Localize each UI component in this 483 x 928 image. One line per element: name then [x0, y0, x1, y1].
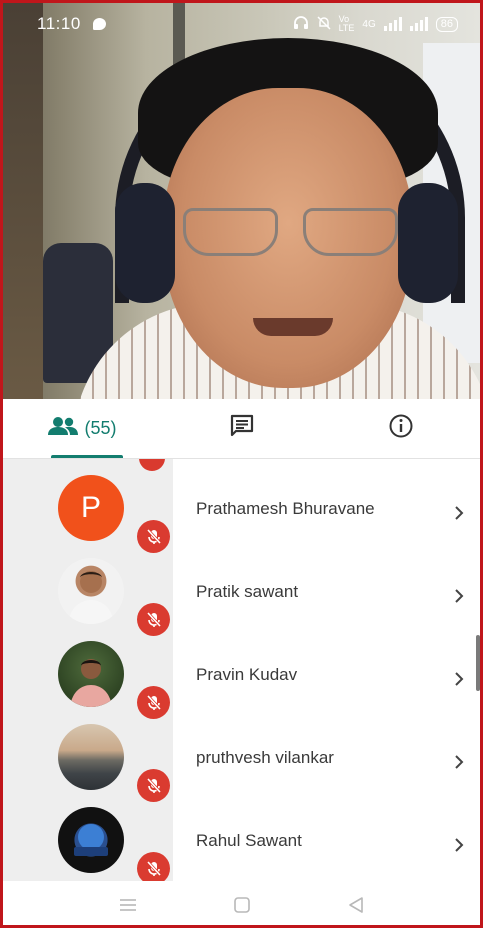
participant-list[interactable]: P Prathamesh Bhuravane Pratik sawant Pra…	[3, 459, 480, 881]
participant-row[interactable]: Pratik sawant	[3, 548, 480, 636]
chat-icon	[229, 413, 255, 444]
participant-video[interactable]	[3, 3, 480, 399]
avatar	[58, 558, 124, 624]
volte-icon: Vo LTE	[338, 14, 355, 33]
system-nav-bar	[3, 881, 480, 925]
participant-row[interactable]: P Prathamesh Bhuravane	[3, 465, 480, 553]
avatar	[58, 641, 124, 707]
signal-icon	[383, 17, 402, 31]
participant-name: Rahul Sawant	[196, 831, 302, 850]
screen-frame: 11:10 Vo LTE 4G 86 (55) P Prathamesh Bhu…	[0, 0, 483, 928]
home-icon[interactable]	[230, 893, 254, 917]
list-scrollbar[interactable]	[476, 635, 480, 691]
tab-info[interactable]	[321, 399, 480, 458]
status-bar: 11:10 Vo LTE 4G 86	[3, 3, 480, 45]
avatar	[58, 807, 124, 873]
headphones-icon	[293, 15, 309, 33]
meeting-tabs: (55)	[3, 399, 480, 459]
network-type-icon: 4G	[362, 18, 376, 30]
participant-count: (55)	[84, 418, 117, 438]
chevron-right-icon[interactable]	[452, 752, 466, 772]
mute-bell-icon	[317, 15, 331, 33]
participant-row[interactable]: pruthvesh vilankar	[3, 714, 480, 802]
status-time: 11:10	[37, 14, 81, 33]
chevron-right-icon[interactable]	[452, 586, 466, 606]
avatar	[58, 724, 124, 790]
chevron-right-icon[interactable]	[452, 669, 466, 689]
back-icon[interactable]	[344, 893, 368, 917]
people-icon	[48, 416, 79, 441]
battery-icon: 86	[435, 16, 458, 32]
tab-chat[interactable]	[162, 399, 321, 458]
mic-off-icon	[137, 852, 170, 881]
participant-name: Prathamesh Bhuravane	[196, 499, 375, 518]
participant-name: Pravin Kudav	[196, 665, 298, 684]
participant-name: Pratik sawant	[196, 582, 299, 601]
avatar: P	[58, 475, 124, 541]
menu-icon[interactable]	[116, 893, 140, 917]
participant-row[interactable]: Pravin Kudav	[3, 631, 480, 719]
signal-2-icon	[409, 17, 428, 31]
participant-name: pruthvesh vilankar	[196, 748, 334, 767]
chevron-right-icon[interactable]	[452, 503, 466, 523]
chevron-right-icon[interactable]	[452, 835, 466, 855]
info-icon	[388, 413, 414, 444]
participant-row[interactable]: Rahul Sawant	[3, 797, 480, 881]
tab-people[interactable]: (55)	[3, 399, 162, 458]
notification-chat-icon	[92, 18, 106, 30]
